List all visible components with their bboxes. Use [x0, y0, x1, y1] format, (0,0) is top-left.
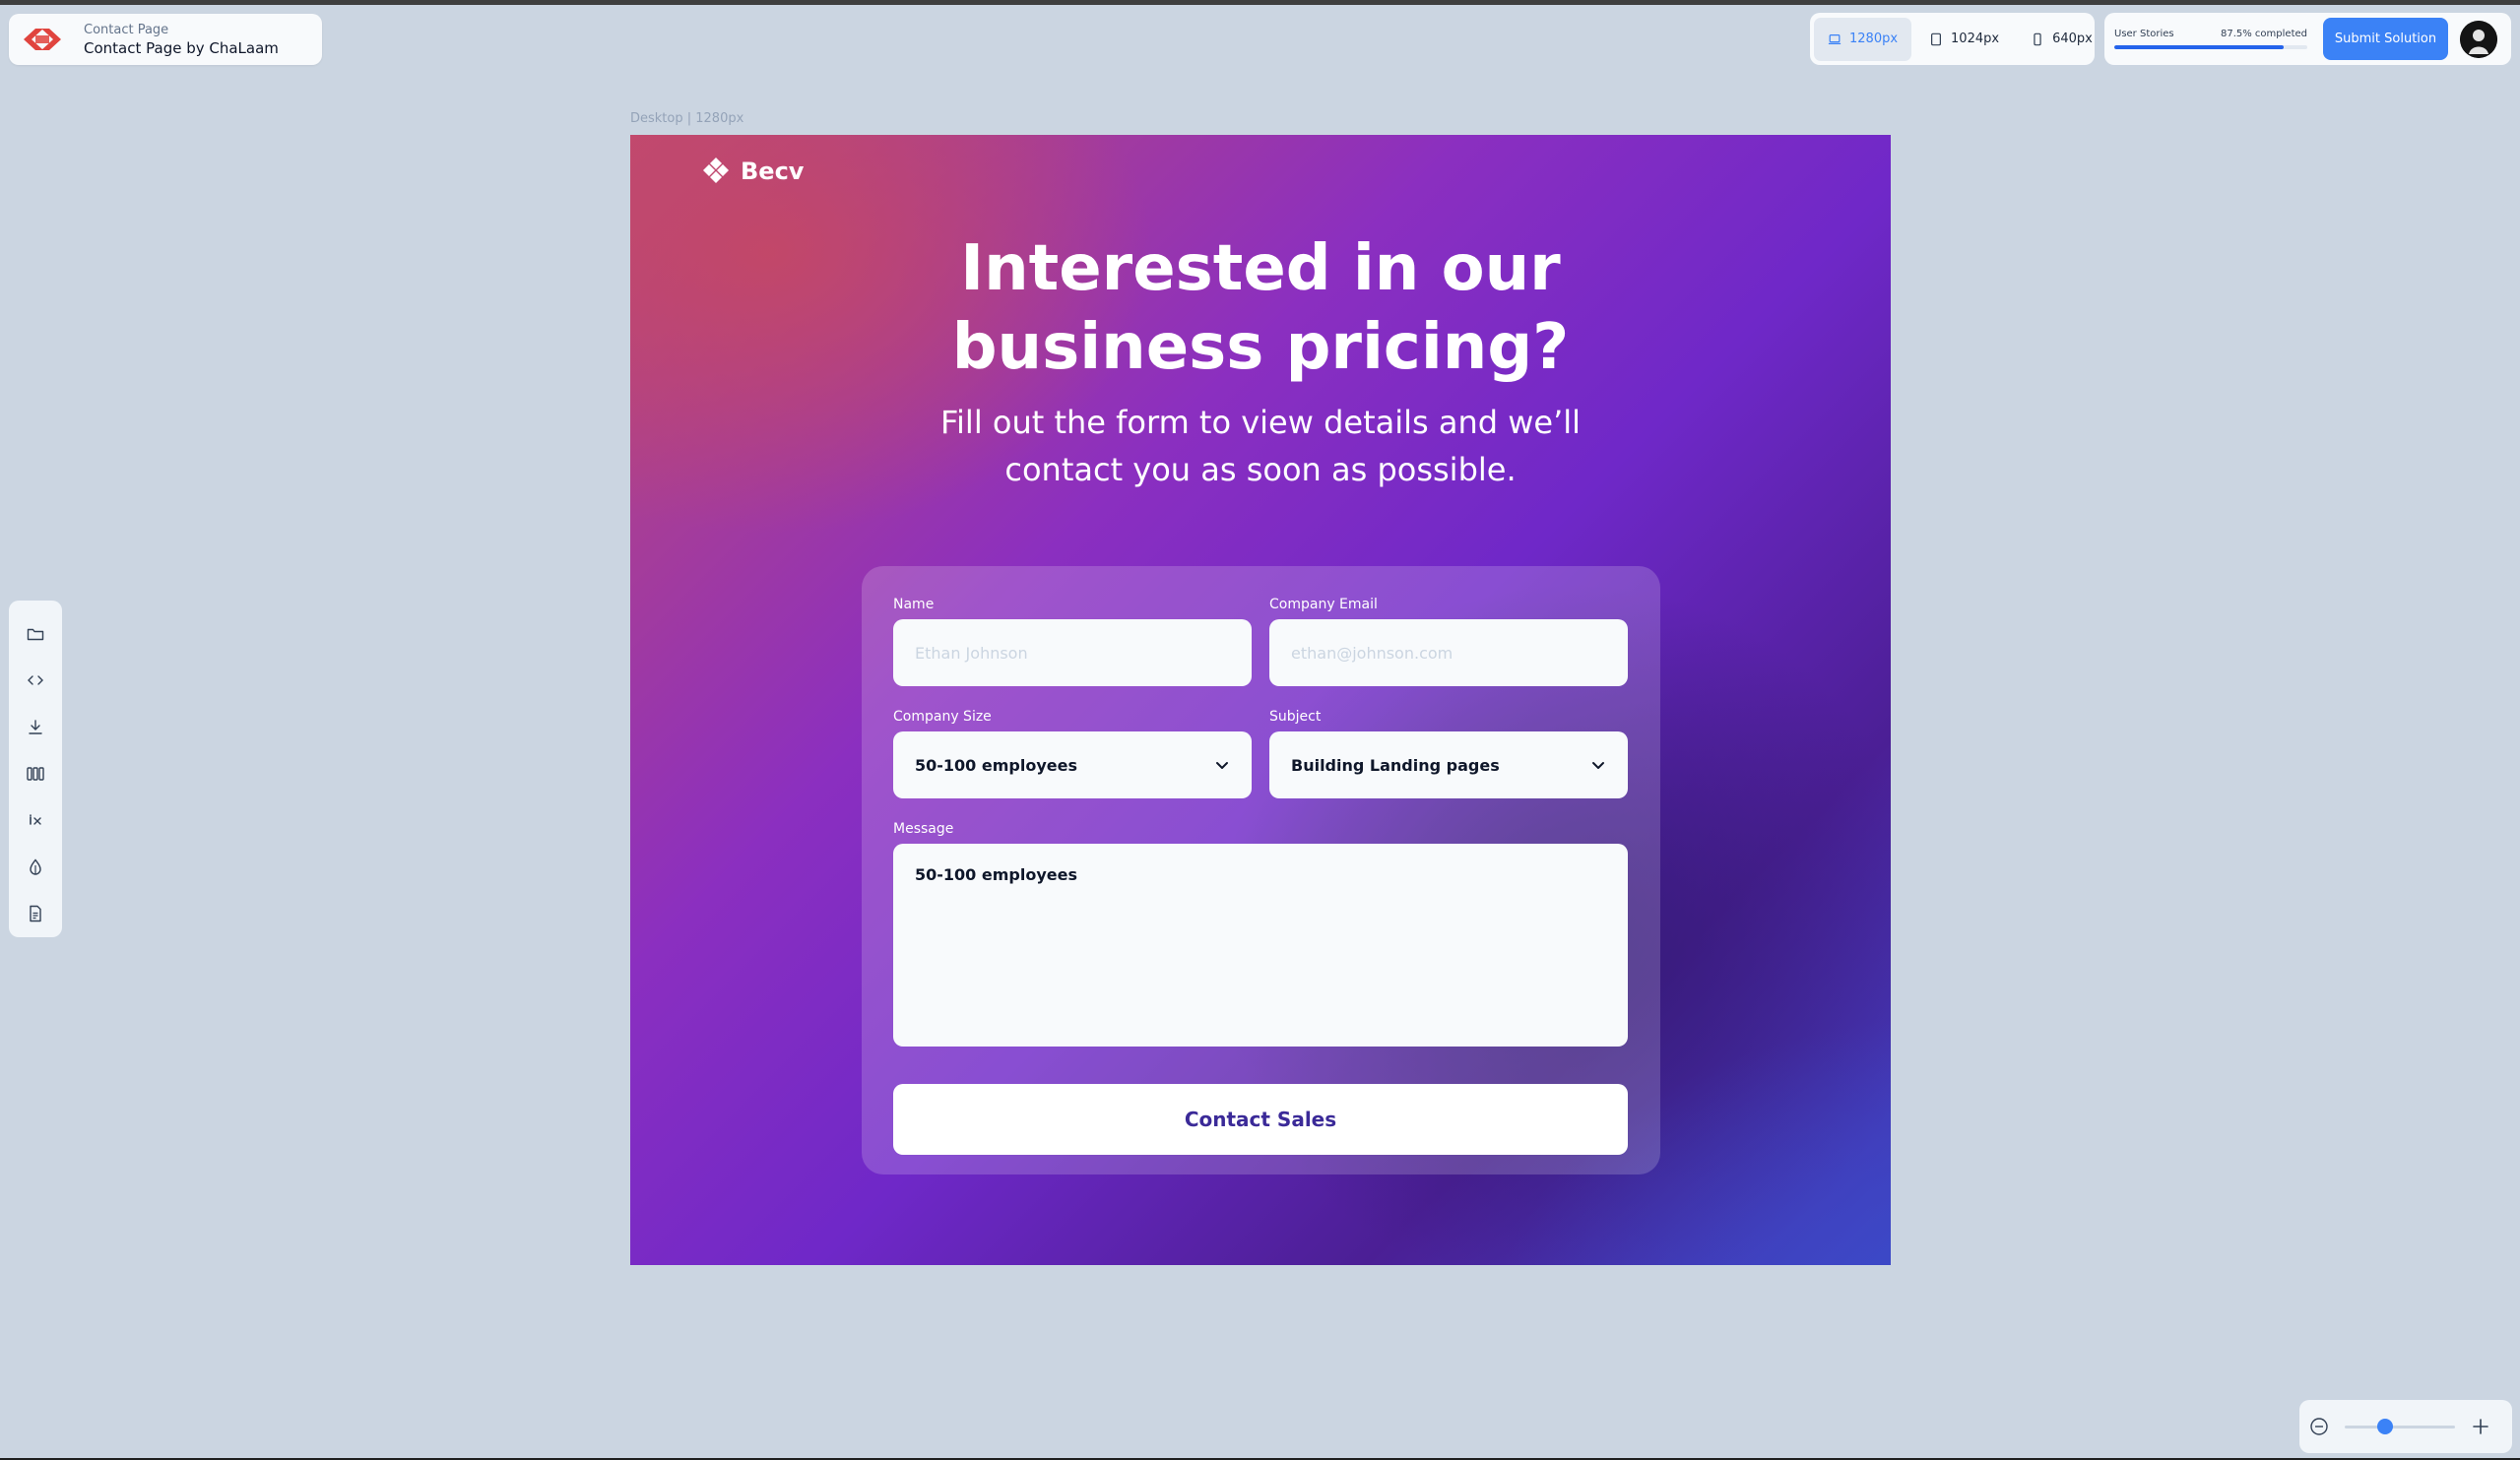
color-drop-icon [30, 858, 41, 875]
submit-solution-button[interactable]: Submit Solution [2323, 18, 2448, 60]
tablet-icon [1931, 32, 1942, 45]
frontend-mentor-logo-icon [21, 25, 64, 54]
brand-logo-icon [703, 158, 729, 183]
progress-card: User Stories 87.5% completed Submit Solu… [2104, 13, 2511, 65]
document-icon [30, 906, 41, 922]
company-size-select[interactable]: 50-100 employees [893, 731, 1252, 798]
zoom-in-icon[interactable] [2471, 1417, 2490, 1436]
readme-button[interactable] [16, 891, 55, 937]
columns-icon [27, 767, 44, 781]
folder-icon [27, 628, 44, 640]
viewport-1024-button[interactable]: 1024px [1915, 18, 2013, 61]
subject-select[interactable]: Building Landing pages [1269, 731, 1628, 798]
subhead-line-2: contact you as soon as possible. [1004, 451, 1517, 488]
canvas-size-label: Desktop | 1280px [630, 111, 744, 126]
name-label: Name [893, 597, 935, 612]
message-label: Message [893, 821, 954, 837]
variables-button[interactable] [16, 797, 55, 844]
window-top-border [0, 0, 2520, 5]
chevron-down-icon [1592, 762, 1604, 769]
project-subtitle: Contact Page [84, 22, 169, 37]
progress-label: User Stories [2114, 29, 2174, 39]
viewport-switcher: 1280px 1024px 640px [1810, 13, 2095, 65]
contact-form: Name Ethan Johnson Company Email ethan@j… [862, 566, 1660, 1174]
colors-button[interactable] [16, 844, 55, 890]
files-button[interactable] [16, 610, 55, 657]
subject-value: Building Landing pages [1291, 755, 1500, 775]
left-toolbar [9, 601, 62, 937]
progress-track [2114, 45, 2307, 49]
viewport-1280-button[interactable]: 1280px [1814, 17, 1912, 61]
company-size-value: 50-100 employees [915, 755, 1077, 775]
zoom-slider[interactable] [2345, 1418, 2455, 1434]
layout-button[interactable] [16, 750, 55, 796]
viewport-1024-label: 1024px [1951, 32, 2000, 46]
email-label: Company Email [1269, 597, 1378, 612]
page-subtitle: Fill out the form to view details and we… [630, 399, 1891, 493]
zoom-slider-thumb[interactable] [2377, 1418, 2394, 1434]
zoom-out-icon[interactable] [2309, 1417, 2329, 1436]
contact-sales-button[interactable]: Contact Sales [893, 1084, 1628, 1155]
viewport-640-label: 640px [2052, 32, 2093, 46]
user-stories-progress[interactable]: User Stories 87.5% completed [2114, 29, 2307, 49]
email-input[interactable]: ethan@johnson.com [1269, 619, 1628, 686]
code-button[interactable] [16, 657, 55, 703]
project-title: Contact Page by ChaLaam [84, 38, 279, 57]
page-title: Interested in our business pricing? [630, 229, 1891, 387]
project-card[interactable]: Contact Page Contact Page by ChaLaam [9, 14, 322, 65]
laptop-icon [1828, 33, 1842, 44]
chevron-down-icon [1216, 762, 1228, 769]
code-icon [28, 675, 43, 685]
headline-line-2: business pricing? [951, 311, 1570, 384]
headline-line-1: Interested in our [960, 232, 1561, 305]
download-icon [29, 719, 42, 734]
subject-label: Subject [1269, 709, 1322, 725]
phone-icon [2034, 32, 2041, 45]
progress-status: 87.5% completed [2220, 29, 2307, 39]
page-preview: Becv Interested in our business pricing?… [630, 135, 1891, 1265]
avatar[interactable] [2460, 20, 2497, 58]
variable-icon [30, 814, 41, 826]
name-input[interactable]: Ethan Johnson [893, 619, 1252, 686]
message-textarea[interactable]: 50-100 employees [893, 844, 1628, 1047]
download-button[interactable] [16, 704, 55, 750]
viewport-640-button[interactable]: 640px [2017, 18, 2106, 61]
brand[interactable]: Becv [701, 157, 804, 186]
subhead-line-1: Fill out the form to view details and we… [939, 404, 1582, 441]
zoom-control [2299, 1400, 2512, 1453]
progress-fill [2114, 45, 2284, 49]
brand-name: Becv [741, 158, 805, 185]
company-size-label: Company Size [893, 709, 992, 725]
viewport-1280-label: 1280px [1849, 32, 1899, 46]
